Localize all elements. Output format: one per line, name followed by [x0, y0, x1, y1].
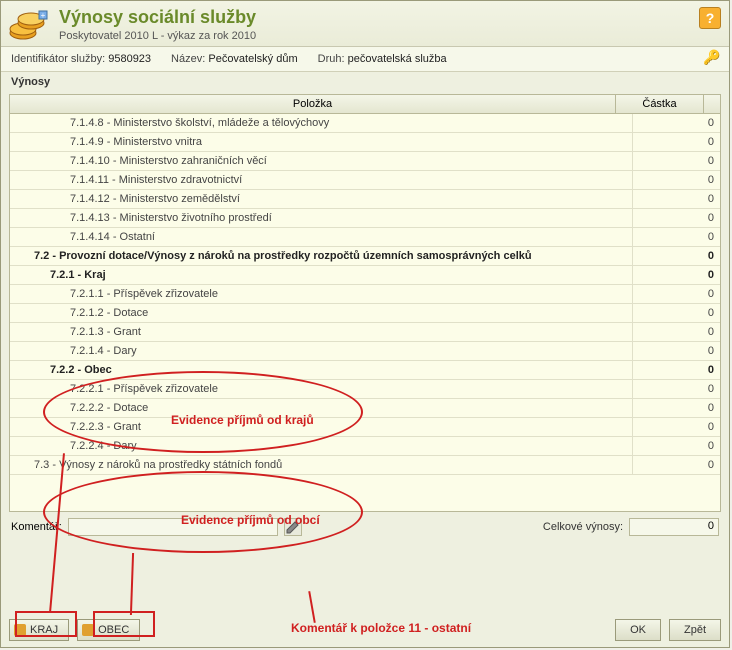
table-row[interactable]: 7.2.2.1 - Příspěvek zřizovatele0: [10, 380, 720, 399]
row-amount[interactable]: 0: [632, 304, 720, 322]
page-title: Výnosy sociální služby: [59, 7, 719, 28]
row-label: 7.2.2.4 - Dary: [10, 437, 632, 455]
table-row[interactable]: 7.2 - Provozní dotace/Výnosy z nároků na…: [10, 247, 720, 266]
name-label: Název:: [171, 53, 205, 65]
row-label: 7.2.1.3 - Grant: [10, 323, 632, 341]
row-label: 7.2.2.2 - Dotace: [10, 399, 632, 417]
table-row[interactable]: 7.1.4.13 - Ministerstvo životního prostř…: [10, 209, 720, 228]
row-amount[interactable]: 0: [632, 209, 720, 227]
row-amount[interactable]: 0: [632, 114, 720, 132]
comment-label: Komentář:: [11, 521, 62, 533]
name-value: Pečovatelský dům: [208, 53, 297, 65]
table-row[interactable]: 7.1.4.10 - Ministerstvo zahraničních věc…: [10, 152, 720, 171]
svg-text:+: +: [41, 11, 46, 20]
page-subtitle: Poskytovatel 2010 L - výkaz za rok 2010: [59, 30, 719, 42]
section-title: Výnosy: [1, 72, 729, 92]
table-row[interactable]: 7.1.4.14 - Ostatní0: [10, 228, 720, 247]
row-amount[interactable]: 0: [632, 323, 720, 341]
coins-icon: +: [9, 9, 49, 43]
table-row[interactable]: 7.2.2.4 - Dary0: [10, 437, 720, 456]
row-amount[interactable]: 0: [632, 247, 720, 265]
key-icon[interactable]: 🔑: [703, 49, 719, 65]
row-amount[interactable]: 0: [632, 285, 720, 303]
row-amount[interactable]: 0: [632, 361, 720, 379]
row-amount[interactable]: 0: [632, 266, 720, 284]
row-label: 7.3 - Výnosy z nároků na prostředky stát…: [10, 456, 632, 474]
table-row[interactable]: 7.2.1.4 - Dary0: [10, 342, 720, 361]
table-row[interactable]: 7.1.4.11 - Ministerstvo zdravotnictví0: [10, 171, 720, 190]
table-row[interactable]: 7.2.1.1 - Příspěvek zřizovatele0: [10, 285, 720, 304]
row-label: 7.2.2.3 - Grant: [10, 418, 632, 436]
table-row[interactable]: 7.1.4.12 - Ministerstvo zemědělství0: [10, 190, 720, 209]
row-label: 7.2.1.2 - Dotace: [10, 304, 632, 322]
row-amount[interactable]: 0: [632, 171, 720, 189]
id-label: Identifikátor služby:: [11, 53, 105, 65]
type-label: Druh:: [318, 53, 345, 65]
window-header: + Výnosy sociální služby Poskytovatel 20…: [1, 1, 729, 47]
table-header: Položka Částka: [10, 95, 720, 114]
row-amount[interactable]: 0: [632, 456, 720, 474]
row-label: 7.2.2 - Obec: [10, 361, 632, 379]
row-label: 7.2.1.4 - Dary: [10, 342, 632, 360]
table-row[interactable]: 7.2.1.3 - Grant0: [10, 323, 720, 342]
row-label: 7.1.4.14 - Ostatní: [10, 228, 632, 246]
row-amount[interactable]: 0: [632, 228, 720, 246]
table-row[interactable]: 7.2.1.2 - Dotace0: [10, 304, 720, 323]
row-amount[interactable]: 0: [632, 380, 720, 398]
row-amount[interactable]: 0: [632, 152, 720, 170]
help-icon[interactable]: ?: [699, 7, 721, 29]
comment-input[interactable]: [68, 518, 278, 536]
service-info-row: Identifikátor služby: 9580923 Název: Peč…: [1, 47, 729, 72]
ok-button[interactable]: OK: [615, 619, 661, 641]
row-amount[interactable]: 0: [632, 190, 720, 208]
row-amount[interactable]: 0: [632, 133, 720, 151]
row-label: 7.1.4.9 - Ministerstvo vnitra: [10, 133, 632, 151]
row-amount[interactable]: 0: [632, 342, 720, 360]
row-amount[interactable]: 0: [632, 437, 720, 455]
column-header-item[interactable]: Položka: [10, 95, 616, 113]
row-label: 7.1.4.13 - Ministerstvo životního prostř…: [10, 209, 632, 227]
row-label: 7.2 - Provozní dotace/Výnosy z nároků na…: [10, 247, 632, 265]
app-window: + Výnosy sociální služby Poskytovatel 20…: [0, 0, 730, 648]
footer-buttons: KRAJ OBEC OK Zpět: [9, 619, 721, 641]
total-value: 0: [629, 518, 719, 536]
table-row[interactable]: 7.2.2.3 - Grant0: [10, 418, 720, 437]
row-label: 7.2.1 - Kraj: [10, 266, 632, 284]
table-row[interactable]: 7.3 - Výnosy z nároků na prostředky stát…: [10, 456, 720, 475]
table-row[interactable]: 7.2.2.2 - Dotace0: [10, 399, 720, 418]
row-label: 7.1.4.8 - Ministerstvo školství, mládeže…: [10, 114, 632, 132]
row-label: 7.1.4.11 - Ministerstvo zdravotnictví: [10, 171, 632, 189]
row-label: 7.2.2.1 - Příspěvek zřizovatele: [10, 380, 632, 398]
row-label: 7.1.4.10 - Ministerstvo zahraničních věc…: [10, 152, 632, 170]
total-label: Celkové výnosy:: [543, 521, 623, 533]
row-amount[interactable]: 0: [632, 418, 720, 436]
id-value: 9580923: [108, 53, 151, 65]
annotation-line-obec: [130, 553, 134, 615]
revenues-table: Položka Částka 7.1.4.8 - Ministerstvo šk…: [9, 94, 721, 512]
column-header-amount[interactable]: Částka: [616, 95, 704, 113]
kraj-button[interactable]: KRAJ: [9, 619, 69, 641]
table-row[interactable]: 7.2.1 - Kraj0: [10, 266, 720, 285]
table-row[interactable]: 7.2.2 - Obec0: [10, 361, 720, 380]
row-label: 7.1.4.12 - Ministerstvo zemědělství: [10, 190, 632, 208]
table-row[interactable]: 7.1.4.8 - Ministerstvo školství, mládeže…: [10, 114, 720, 133]
bottom-bar: Komentář: Celkové výnosy: 0: [1, 514, 729, 540]
row-label: 7.2.1.1 - Příspěvek zřizovatele: [10, 285, 632, 303]
edit-comment-icon[interactable]: [284, 518, 302, 536]
table-body[interactable]: 7.1.4.8 - Ministerstvo školství, mládeže…: [10, 114, 720, 510]
table-row[interactable]: 7.1.4.9 - Ministerstvo vnitra0: [10, 133, 720, 152]
type-value: pečovatelská služba: [348, 53, 447, 65]
row-amount[interactable]: 0: [632, 399, 720, 417]
obec-button[interactable]: OBEC: [77, 619, 140, 641]
back-button[interactable]: Zpět: [669, 619, 721, 641]
